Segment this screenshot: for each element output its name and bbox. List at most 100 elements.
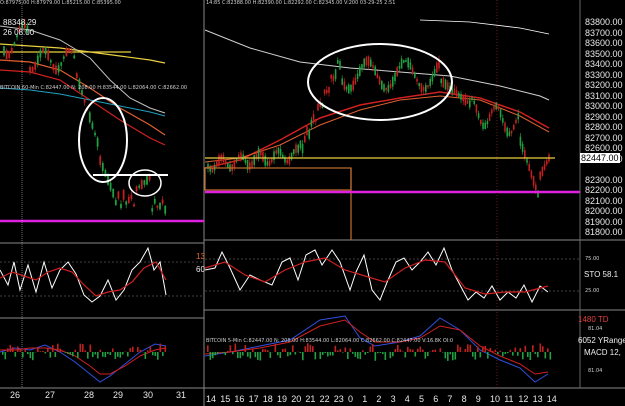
- macd-bar: [482, 346, 484, 352]
- candle-body: [266, 161, 269, 166]
- candle-body: [42, 48, 44, 53]
- macd-bar: [149, 346, 152, 352]
- macd-bar: [344, 347, 347, 352]
- macd-bar: [147, 350, 149, 352]
- macd-bar: [284, 348, 287, 352]
- macd-bar: [129, 348, 132, 352]
- macd-bar: [484, 345, 487, 352]
- macd-bar: [259, 352, 262, 361]
- candle-body: [306, 126, 308, 136]
- candle-body: [458, 92, 460, 98]
- macd-bar: [242, 352, 244, 356]
- x-tick-label: 2: [376, 394, 382, 404]
- candle-body: [524, 150, 526, 159]
- x-tick-label: 11: [504, 394, 514, 404]
- macd-bar: [439, 348, 442, 352]
- macd-bar: [59, 348, 62, 352]
- candle-body: [36, 55, 39, 64]
- x-tick-label: 26: [10, 390, 21, 400]
- macd-bar: [472, 352, 474, 357]
- macd-bar: [512, 352, 514, 356]
- macd-bar: [52, 345, 54, 352]
- macd-bar: [214, 352, 217, 356]
- candle-body: [528, 164, 530, 172]
- candle-body: [422, 87, 425, 91]
- macd-bar: [57, 343, 59, 352]
- macd-bar: [499, 350, 502, 352]
- x-tick-label: 31: [176, 390, 187, 400]
- macd-bar: [267, 350, 269, 352]
- macd-bar: [422, 349, 424, 352]
- macd-bar: [127, 352, 129, 357]
- orange-range-box: [204, 167, 352, 191]
- sto-label: STO 58.1: [584, 270, 619, 279]
- candle-body: [376, 73, 379, 79]
- x-tick-label: 6: [433, 394, 439, 404]
- right-chart-header: 14:85 C:82388.00 H:82390.00 L:82292.00 C…: [206, 0, 396, 6]
- x-tick-label: 15: [220, 394, 231, 404]
- macd-bar: [369, 346, 372, 352]
- macd-bar: [82, 344, 84, 352]
- macd-small-2: 81.04: [588, 368, 603, 374]
- x-tick-label: 16: [234, 394, 245, 404]
- candle-body: [127, 196, 130, 204]
- macd-bar: [157, 352, 159, 360]
- macd-bar: [49, 352, 52, 358]
- candle-body: [122, 189, 125, 200]
- x-tick-label: 8: [461, 394, 467, 404]
- candle-body: [304, 136, 306, 143]
- candle-body: [510, 130, 513, 134]
- macd-bar: [424, 352, 427, 359]
- candle-body: [420, 83, 423, 92]
- macd-bar: [427, 352, 429, 357]
- y-tick-label: 83000.00: [585, 101, 623, 111]
- candle-body: [411, 67, 414, 74]
- candle-body: [34, 62, 37, 70]
- macd-bar: [494, 349, 497, 352]
- candle-body: [367, 56, 370, 66]
- candle-body: [29, 66, 31, 72]
- macd-bar: [339, 349, 342, 352]
- macd-bar: [154, 352, 157, 356]
- macd-bar: [334, 345, 337, 352]
- macd-bar: [489, 347, 492, 352]
- candle-body: [539, 171, 541, 180]
- candle-body: [44, 47, 47, 55]
- candle-body: [497, 106, 500, 110]
- candle-body: [440, 78, 442, 84]
- candle-body: [99, 156, 102, 165]
- candle-body: [345, 86, 348, 90]
- macd-bar: [104, 352, 107, 358]
- candle-body: [65, 48, 68, 57]
- macd-bar: [537, 352, 539, 358]
- candle-body: [73, 55, 76, 59]
- macd-bar: [84, 350, 87, 352]
- macd-bar: [342, 352, 344, 353]
- macd-bar: [417, 348, 419, 352]
- y-tick-label: 82200.00: [585, 185, 623, 195]
- candle-body: [389, 83, 392, 88]
- candle-body: [159, 202, 161, 210]
- macd-bar: [4, 352, 7, 360]
- candle-body: [109, 182, 112, 191]
- y-tick-label: 81800.00: [585, 227, 623, 237]
- macd-bar: [107, 352, 109, 354]
- candle-body: [257, 148, 260, 158]
- x-tick-label: 14: [206, 394, 217, 404]
- sto-level-75: 75.00: [585, 256, 600, 262]
- macd-bar: [467, 344, 469, 352]
- x-tick-label: 30: [143, 390, 154, 400]
- candle-body: [101, 163, 104, 171]
- candle-body: [363, 58, 365, 68]
- macd-bar: [457, 344, 459, 352]
- macd-bar: [412, 349, 414, 352]
- macd-bar: [497, 352, 499, 355]
- x-tick-label: 12: [518, 394, 529, 404]
- macd-label: MACD 12,: [584, 348, 621, 357]
- x-tick-label: 20: [291, 394, 302, 404]
- macd-bar: [117, 352, 119, 357]
- x-tick-label: 27: [45, 390, 56, 400]
- candle-body: [398, 65, 401, 69]
- right-stochastic: [204, 246, 580, 304]
- y-tick-label: 83500.00: [585, 48, 623, 59]
